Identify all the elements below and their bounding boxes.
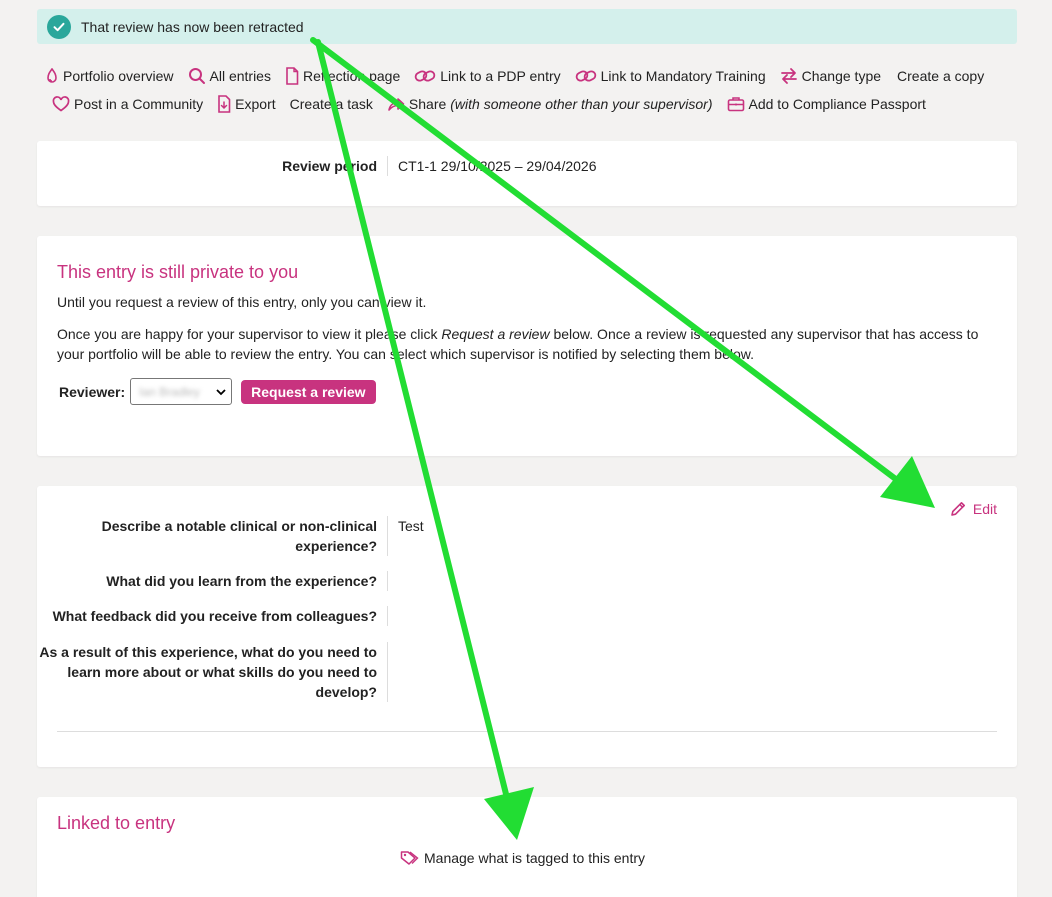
review-period-label: Review period (282, 158, 377, 174)
tag-icon (400, 851, 419, 865)
question-label: As a result of this experience, what do … (39, 644, 377, 700)
answer-value (387, 642, 398, 702)
private-title: This entry is still private to you (57, 262, 299, 282)
post-community-link[interactable]: Post in a Community (52, 96, 203, 112)
entry-actions: Portfolio overview All entries Reflectio… (45, 62, 1025, 118)
share-link[interactable]: Share (with someone other than your supe… (387, 96, 713, 112)
compliance-passport-link[interactable]: Add to Compliance Passport (727, 96, 926, 112)
link-icon (575, 70, 596, 82)
search-icon (188, 68, 205, 84)
export-icon (218, 95, 231, 113)
portfolio-overview-link[interactable]: Portfolio overview (45, 68, 174, 84)
link-icon (415, 70, 436, 82)
check-circle-icon (47, 14, 71, 39)
heart-icon (52, 96, 70, 112)
answer-value (387, 606, 398, 626)
review-period-value: CT1-1 29/10/2025 – 29/04/2026 (387, 156, 597, 176)
answer-value (387, 571, 398, 591)
create-copy-link[interactable]: Create a copy (897, 68, 984, 84)
export-link[interactable]: Export (217, 95, 276, 113)
question-label: What feedback did you receive from colle… (52, 608, 377, 624)
alert-message: That review has now been retracted (81, 18, 304, 35)
edit-button[interactable]: Edit (949, 500, 997, 518)
share-icon (388, 98, 405, 111)
private-instructions: Once you are happy for your supervisor t… (57, 326, 979, 362)
review-period-card: Review period CT1-1 29/10/2025 – 29/04/2… (37, 141, 1017, 206)
reviewer-label: Reviewer: (59, 383, 126, 400)
request-review-button[interactable]: Request a review (241, 379, 376, 404)
swap-icon (780, 68, 797, 84)
question-label: Describe a notable clinical or non-clini… (101, 518, 377, 554)
answer-value: Test (387, 516, 424, 556)
success-alert: That review has now been retracted (37, 9, 1017, 44)
link-mandatory-training-link[interactable]: Link to Mandatory Training (575, 68, 766, 84)
private-info-text: Until you request a review of this entry… (57, 294, 427, 310)
create-task-link[interactable]: Create a task (290, 96, 373, 112)
document-icon (286, 67, 299, 85)
manage-tags-link[interactable]: Manage what is tagged to this entry (400, 850, 645, 866)
entry-details-card: Edit Describe a notable clinical or non-… (37, 486, 1017, 767)
briefcase-icon (727, 97, 744, 112)
reflection-page-link[interactable]: Reflection page (285, 67, 400, 85)
portfolio-icon (47, 68, 57, 83)
reviewer-row: Reviewer: Ian Bradley Request a review (59, 378, 997, 405)
all-entries-link[interactable]: All entries (188, 67, 271, 85)
private-entry-card: This entry is still private to you Until… (37, 236, 1017, 456)
divider (57, 731, 997, 732)
link-pdp-entry-link[interactable]: Link to a PDP entry (414, 68, 561, 84)
question-label: What did you learn from the experience? (106, 573, 377, 589)
reviewer-select[interactable]: Ian Bradley (130, 378, 233, 405)
pencil-icon (951, 502, 965, 516)
change-type-link[interactable]: Change type (780, 67, 881, 85)
linked-title: Linked to entry (57, 813, 176, 833)
chevron-down-icon (216, 388, 226, 395)
linked-entry-card: Linked to entry Manage what is tagged to… (37, 797, 1017, 897)
